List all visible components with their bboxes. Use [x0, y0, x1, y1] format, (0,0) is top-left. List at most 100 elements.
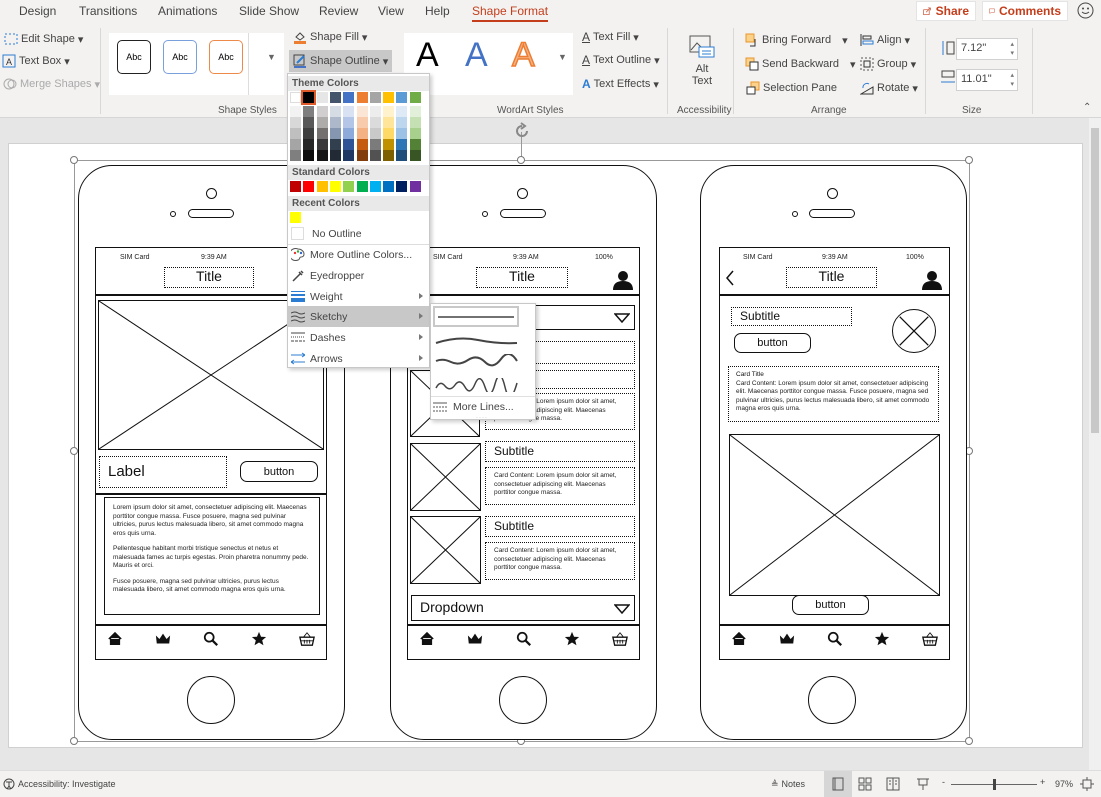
- theme-color-swatch[interactable]: [356, 92, 368, 103]
- standard-color-swatch[interactable]: [329, 181, 341, 192]
- tab-help[interactable]: Help: [425, 4, 450, 18]
- theme-shade-swatch[interactable]: [303, 117, 315, 128]
- theme-shade-swatch[interactable]: [356, 117, 368, 128]
- tab-shape-format[interactable]: Shape Format: [472, 4, 549, 22]
- theme-shade-swatch[interactable]: [396, 150, 408, 161]
- standard-color-swatch[interactable]: [409, 181, 421, 192]
- shape-style-preset[interactable]: Abc: [163, 40, 197, 74]
- theme-color-swatch[interactable]: [343, 92, 355, 103]
- theme-shade-swatch[interactable]: [356, 106, 368, 117]
- resize-handle[interactable]: [965, 737, 973, 745]
- tab-design[interactable]: Design: [19, 4, 56, 18]
- theme-shade-swatch[interactable]: [343, 139, 355, 150]
- theme-shade-swatch[interactable]: [383, 117, 395, 128]
- theme-shade-swatch[interactable]: [383, 150, 395, 161]
- theme-shade-swatch[interactable]: [329, 106, 341, 117]
- resize-handle[interactable]: [70, 737, 78, 745]
- selection-pane-button[interactable]: Selection Pane: [746, 81, 837, 95]
- zoom-in-button[interactable]: +: [1040, 777, 1045, 787]
- standard-color-swatch[interactable]: [303, 181, 315, 192]
- alt-text-button[interactable]: Alt Text: [680, 34, 724, 94]
- vertical-scrollbar[interactable]: [1089, 118, 1101, 770]
- theme-shade-swatch[interactable]: [369, 139, 381, 150]
- reading-view-icon[interactable]: [886, 777, 900, 791]
- theme-shade-swatch[interactable]: [409, 150, 421, 161]
- theme-color-swatch[interactable]: [329, 92, 341, 103]
- wordart-preset[interactable]: A: [511, 35, 535, 75]
- theme-shade-swatch[interactable]: [396, 128, 408, 139]
- slideshow-icon[interactable]: [916, 777, 930, 791]
- sketchy-option-scribble[interactable]: [433, 378, 519, 392]
- no-outline-item[interactable]: No Outline: [288, 223, 429, 244]
- theme-shade-swatch[interactable]: [369, 106, 381, 117]
- standard-color-swatch[interactable]: [383, 181, 395, 192]
- theme-shade-swatch[interactable]: [316, 150, 328, 161]
- resize-handle[interactable]: [965, 156, 973, 164]
- resize-handle[interactable]: [70, 447, 78, 455]
- tab-transitions[interactable]: Transitions: [79, 4, 137, 18]
- share-button[interactable]: Share: [916, 1, 976, 21]
- arrows-item[interactable]: Arrows: [288, 348, 429, 369]
- theme-shade-swatch[interactable]: [396, 106, 408, 117]
- shape-outline-button[interactable]: Shape Outline ▾: [289, 50, 393, 72]
- wordart-preset[interactable]: A: [416, 36, 439, 75]
- sketchy-item[interactable]: Sketchy: [288, 306, 429, 327]
- rotate-button[interactable]: Rotate ▾: [860, 81, 918, 95]
- send-backward-button[interactable]: Send Backward ▾: [745, 57, 856, 71]
- theme-shade-swatch[interactable]: [303, 150, 315, 161]
- theme-shade-swatch[interactable]: [409, 139, 421, 150]
- theme-shade-swatch[interactable]: [409, 128, 421, 139]
- standard-color-swatch[interactable]: [396, 181, 408, 192]
- shape-style-preset[interactable]: Abc: [209, 40, 243, 74]
- fit-to-window-icon[interactable]: [1080, 777, 1094, 791]
- standard-color-swatch[interactable]: [290, 181, 301, 192]
- rotate-handle-icon[interactable]: [513, 122, 531, 140]
- sketchy-option-freehand[interactable]: [433, 354, 519, 368]
- bring-forward-button[interactable]: Bring Forward ▾: [745, 33, 848, 47]
- theme-shade-swatch[interactable]: [396, 139, 408, 150]
- gallery-more-icon[interactable]: ▼: [267, 52, 276, 62]
- theme-color-swatch[interactable]: [396, 92, 408, 103]
- theme-color-swatch[interactable]: [383, 92, 395, 103]
- theme-shade-swatch[interactable]: [303, 128, 315, 139]
- more-outline-colors-item[interactable]: More Outline Colors...: [288, 244, 429, 265]
- more-lines-item[interactable]: More Lines...: [433, 401, 514, 413]
- theme-shade-swatch[interactable]: [303, 139, 315, 150]
- accessibility-checker[interactable]: Accessibility: Investigate: [3, 778, 116, 790]
- theme-shade-swatch[interactable]: [329, 150, 341, 161]
- theme-color-swatch[interactable]: [409, 92, 421, 103]
- shape-height-input[interactable]: 7.12" ▴ ▾: [956, 38, 1018, 60]
- theme-shade-swatch[interactable]: [329, 139, 341, 150]
- standard-color-swatch[interactable]: [356, 181, 368, 192]
- theme-shade-swatch[interactable]: [343, 128, 355, 139]
- theme-shade-swatch[interactable]: [343, 106, 355, 117]
- comments-button[interactable]: Comments: [982, 1, 1068, 21]
- shape-style-preset[interactable]: Abc: [117, 40, 151, 74]
- theme-shade-swatch[interactable]: [396, 117, 408, 128]
- slide-sorter-icon[interactable]: [858, 777, 872, 791]
- theme-shade-swatch[interactable]: [383, 106, 395, 117]
- eyedropper-item[interactable]: Eyedropper: [288, 265, 429, 286]
- theme-shade-swatch[interactable]: [356, 128, 368, 139]
- text-effects-button[interactable]: A Text Effects ▾: [582, 77, 659, 91]
- zoom-out-button[interactable]: -: [942, 777, 945, 787]
- theme-shade-swatch[interactable]: [329, 128, 341, 139]
- align-button[interactable]: Align ▾: [860, 33, 910, 47]
- theme-shade-swatch[interactable]: [316, 139, 328, 150]
- theme-color-swatch[interactable]: [369, 92, 381, 103]
- theme-shade-swatch[interactable]: [316, 106, 328, 117]
- theme-shade-swatch[interactable]: [290, 128, 301, 139]
- spinner-arrows-icon[interactable]: ▴ ▾: [1010, 40, 1014, 58]
- theme-shade-swatch[interactable]: [409, 106, 421, 117]
- edit-shape-button[interactable]: Edit Shape ▾: [4, 32, 83, 46]
- theme-shade-swatch[interactable]: [343, 150, 355, 161]
- theme-color-swatch[interactable]: [301, 90, 317, 105]
- theme-shade-swatch[interactable]: [356, 139, 368, 150]
- theme-shade-swatch[interactable]: [369, 117, 381, 128]
- standard-color-swatch[interactable]: [316, 181, 328, 192]
- tab-review[interactable]: Review: [319, 4, 358, 18]
- theme-shade-swatch[interactable]: [383, 128, 395, 139]
- scrollbar-thumb[interactable]: [1091, 128, 1099, 433]
- theme-shade-swatch[interactable]: [290, 150, 301, 161]
- theme-shade-swatch[interactable]: [383, 139, 395, 150]
